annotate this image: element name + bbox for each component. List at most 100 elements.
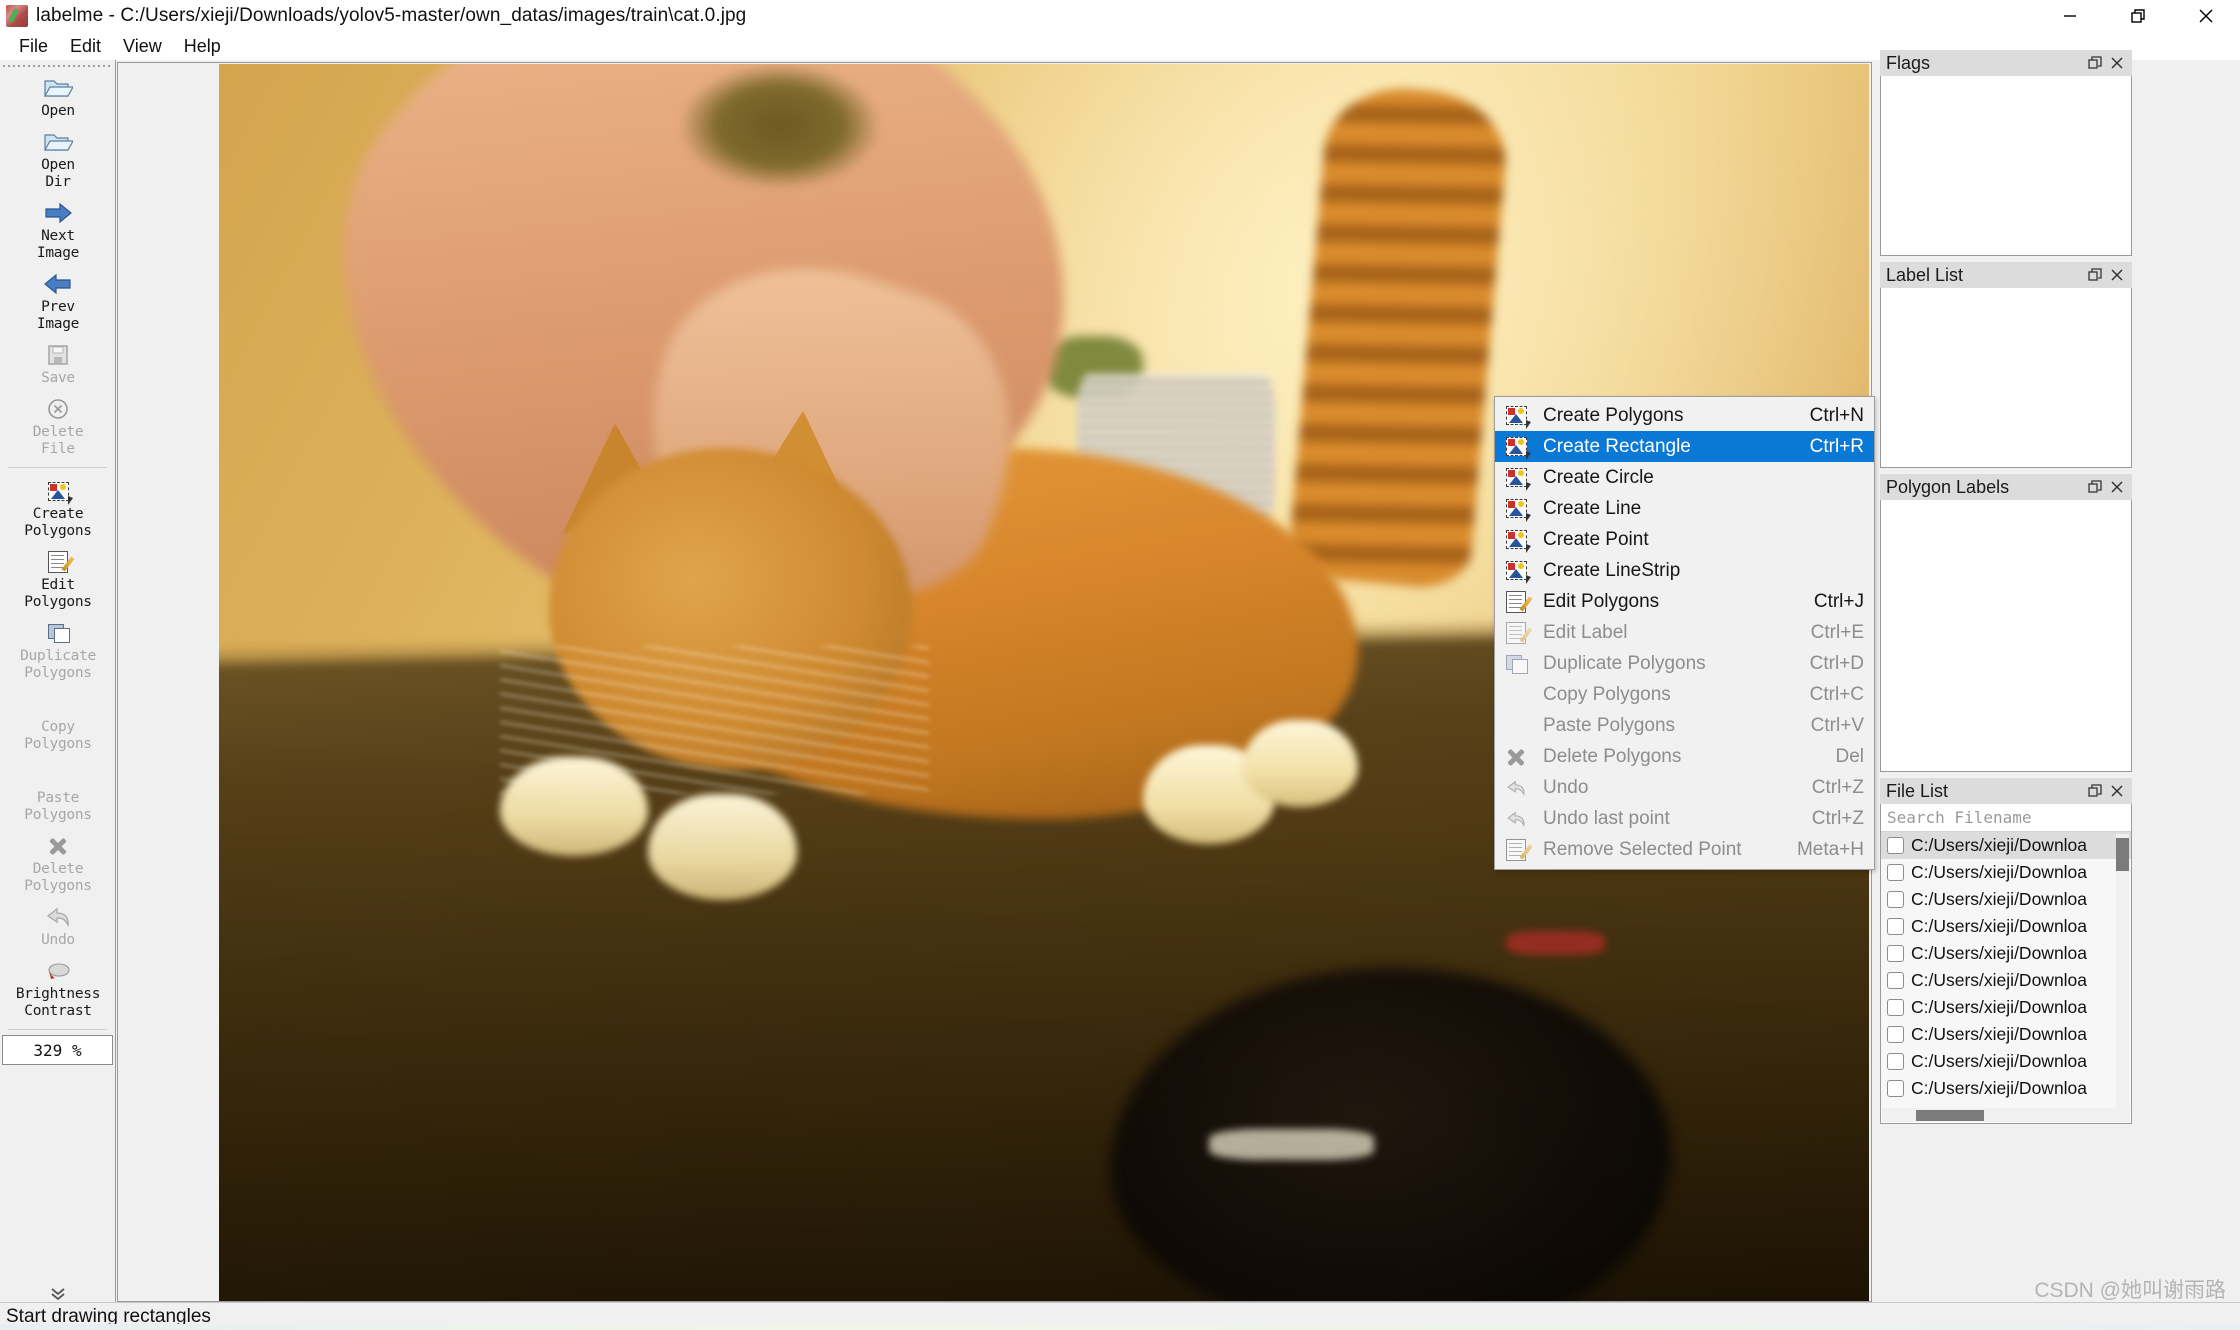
menu-view[interactable]: View: [112, 34, 173, 59]
menu-item-label: Undo: [1543, 776, 1589, 798]
menu-item-create-rectangle[interactable]: Create Rectangle Ctrl+R: [1495, 431, 1874, 462]
tool-open-label: Open: [41, 103, 75, 119]
menu-item-edit-label[interactable]: Edit Label Ctrl+E: [1495, 617, 1874, 648]
tool-edit-polygons[interactable]: Edit Polygons: [0, 544, 116, 615]
list-item[interactable]: C:/Users/xieji/Downloa: [1881, 1048, 2131, 1075]
menu-item-label: Edit Polygons: [1543, 590, 1660, 612]
close-icon[interactable]: [2106, 264, 2128, 286]
list-item-label: C:/Users/xieji/Downloa: [1911, 916, 2088, 936]
arrow-left-icon: [43, 269, 73, 299]
panel-flags-body[interactable]: [1880, 76, 2132, 256]
menu-item-duplicate-polygons[interactable]: Duplicate Polygons Ctrl+D: [1495, 648, 1874, 679]
duplicate-icon: [1499, 651, 1533, 677]
open-folder-icon: [43, 73, 73, 103]
menu-item-shortcut: Ctrl+V: [1810, 714, 1864, 736]
list-item[interactable]: C:/Users/xieji/Downloa: [1881, 859, 2131, 886]
menu-item-copy-polygons[interactable]: Copy Polygons Ctrl+C: [1495, 679, 1874, 710]
file-list-vertical-scrollbar[interactable]: [2116, 834, 2129, 1110]
menu-item-label: Create Point: [1543, 528, 1649, 550]
checkbox-icon[interactable]: [1887, 1026, 1904, 1043]
menu-item-paste-polygons[interactable]: Paste Polygons Ctrl+V: [1495, 710, 1874, 741]
tool-open[interactable]: Open: [0, 70, 116, 124]
tool-next-image[interactable]: Next Image: [0, 195, 116, 266]
panel-label-list-body[interactable]: [1880, 288, 2132, 468]
checkbox-icon[interactable]: [1887, 891, 1904, 908]
menu-item-create-linestrip[interactable]: Create LineStrip: [1495, 555, 1874, 586]
checkbox-icon[interactable]: [1887, 972, 1904, 989]
checkbox-icon[interactable]: [1887, 864, 1904, 881]
menu-item-delete-polygons[interactable]: Delete Polygons Del: [1495, 741, 1874, 772]
menu-item-undo-last-point[interactable]: Undo last point Ctrl+Z: [1495, 803, 1874, 834]
tool-prev-image[interactable]: Prev Image: [0, 266, 116, 337]
list-item[interactable]: C:/Users/xieji/Downloa: [1881, 913, 2131, 940]
window-title: labelme - C:/Users/xieji/Downloads/yolov…: [36, 5, 747, 26]
float-icon[interactable]: [2084, 780, 2106, 802]
toolbar-separator-2: [8, 1029, 107, 1030]
list-item-label: C:/Users/xieji/Downloa: [1911, 889, 2088, 909]
panel-label-list: Label List: [1880, 262, 2132, 468]
close-icon[interactable]: [2106, 780, 2128, 802]
undo-arrow-icon: [1499, 775, 1533, 801]
menu-item-create-polygons[interactable]: Create Polygons Ctrl+N: [1495, 400, 1874, 431]
list-item[interactable]: C:/Users/xieji/Downloa: [1881, 967, 2131, 994]
restore-icon[interactable]: [2104, 0, 2172, 32]
menu-item-create-line[interactable]: Create Line: [1495, 493, 1874, 524]
checkbox-icon[interactable]: [1887, 918, 1904, 935]
file-list[interactable]: C:/Users/xieji/Downloa C:/Users/xieji/Do…: [1881, 832, 2131, 1110]
zoom-level-input[interactable]: 329 %: [2, 1035, 113, 1065]
list-item[interactable]: C:/Users/xieji/Downloa: [1881, 1021, 2131, 1048]
list-item[interactable]: C:/Users/xieji/Downloa: [1881, 994, 2131, 1021]
scrollbar-thumb[interactable]: [2116, 838, 2129, 871]
scrollbar-thumb[interactable]: [1916, 1110, 1984, 1121]
menu-item-shortcut: Ctrl+Z: [1811, 776, 1864, 798]
menu-item-undo[interactable]: Undo Ctrl+Z: [1495, 772, 1874, 803]
tool-brightness-contrast[interactable]: Brightness Contrast: [0, 953, 116, 1024]
menu-file[interactable]: File: [8, 34, 59, 59]
left-toolbar: Open Open Dir Next Image Prev Image Save…: [0, 60, 116, 1310]
close-icon[interactable]: [2106, 476, 2128, 498]
list-item[interactable]: C:/Users/xieji/Downloa: [1881, 886, 2131, 913]
menu-item-edit-polygons[interactable]: Edit Polygons Ctrl+J: [1495, 586, 1874, 617]
search-input[interactable]: Search Filename: [1881, 804, 2131, 832]
tool-delete-file[interactable]: Delete File: [0, 391, 116, 462]
menu-item-create-point[interactable]: Create Point: [1495, 524, 1874, 555]
create-circle-icon: [1499, 465, 1533, 491]
minimize-button[interactable]: [2036, 0, 2104, 32]
list-item[interactable]: C:/Users/xieji/Downloa: [1881, 832, 2131, 859]
list-item[interactable]: C:/Users/xieji/Downloa: [1881, 1075, 2131, 1102]
toolbar-drag-handle[interactable]: [3, 62, 112, 70]
menu-item-create-circle[interactable]: Create Circle: [1495, 462, 1874, 493]
menu-edit[interactable]: Edit: [59, 34, 112, 59]
tool-copy-polygons[interactable]: Copy Polygons: [0, 686, 116, 757]
checkbox-icon[interactable]: [1887, 837, 1904, 854]
menu-item-label: Create Rectangle: [1543, 435, 1691, 457]
tool-undo[interactable]: Undo: [0, 899, 116, 953]
close-icon[interactable]: [2172, 0, 2240, 32]
panel-polygon-labels-body[interactable]: [1880, 500, 2132, 772]
float-icon[interactable]: [2084, 264, 2106, 286]
close-icon[interactable]: [2106, 52, 2128, 74]
checkbox-icon[interactable]: [1887, 945, 1904, 962]
tool-save[interactable]: Save: [0, 337, 116, 391]
delete-x-icon: [1499, 744, 1533, 770]
float-icon[interactable]: [2084, 52, 2106, 74]
checkbox-icon[interactable]: [1887, 1080, 1904, 1097]
file-list-horizontal-scrollbar[interactable]: [1882, 1108, 2130, 1122]
tool-open-dir[interactable]: Open Dir: [0, 124, 116, 195]
float-icon[interactable]: [2084, 476, 2106, 498]
undo-arrow-icon: [44, 902, 72, 932]
menu-item-shortcut: Del: [1835, 745, 1864, 767]
menu-item-shortcut: Meta+H: [1796, 838, 1864, 860]
menu-item-shortcut: Ctrl+N: [1809, 404, 1864, 426]
menu-help[interactable]: Help: [173, 34, 232, 59]
checkbox-icon[interactable]: [1887, 999, 1904, 1016]
list-item[interactable]: C:/Users/xieji/Downloa: [1881, 940, 2131, 967]
checkbox-icon[interactable]: [1887, 1053, 1904, 1070]
tool-create-polygons[interactable]: Create Polygons: [0, 473, 116, 544]
create-point-icon: [1499, 527, 1533, 553]
menu-item-remove-selected-point[interactable]: Remove Selected Point Meta+H: [1495, 834, 1874, 865]
tool-duplicate-polygons[interactable]: Duplicate Polygons: [0, 615, 116, 686]
tool-paste-polygons[interactable]: Paste Polygons: [0, 757, 116, 828]
toolbar-separator: [8, 467, 107, 468]
tool-delete-polygons[interactable]: Delete Polygons: [0, 828, 116, 899]
